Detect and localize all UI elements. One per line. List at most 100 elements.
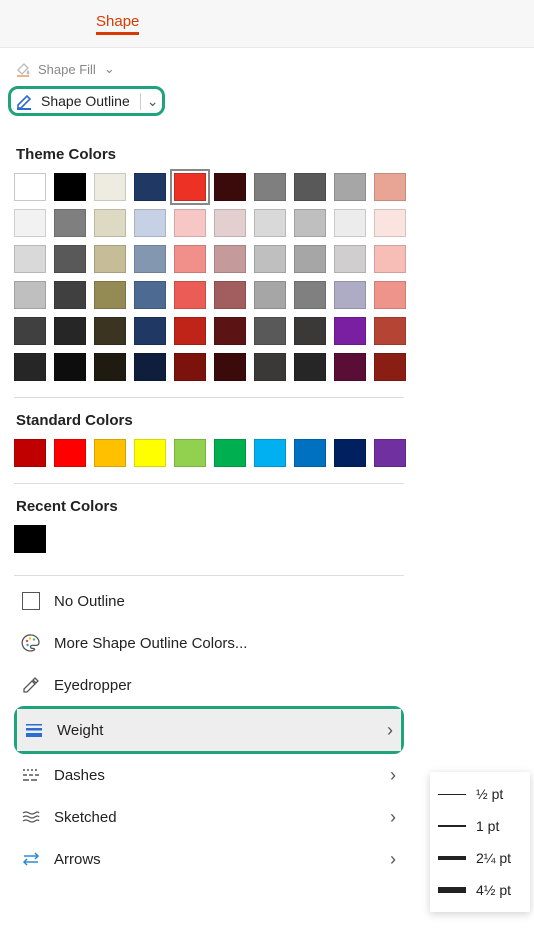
theme-color-swatch[interactable] [94, 245, 126, 273]
dashes-item[interactable]: Dashes › [14, 754, 404, 796]
theme-color-swatch[interactable] [334, 353, 366, 381]
theme-color-swatch[interactable] [214, 281, 246, 309]
theme-color-swatch[interactable] [14, 173, 46, 201]
theme-color-swatch[interactable] [54, 245, 86, 273]
theme-color-swatch[interactable] [334, 209, 366, 237]
theme-color-swatch[interactable] [134, 245, 166, 273]
chevron-right-icon: › [390, 765, 396, 786]
weight-line-preview [438, 825, 466, 827]
standard-color-swatch[interactable] [214, 439, 246, 467]
weight-option[interactable]: 2¼ pt [434, 842, 526, 874]
theme-color-swatch[interactable] [174, 209, 206, 237]
weight-line-preview [438, 887, 466, 893]
standard-color-swatch[interactable] [254, 439, 286, 467]
theme-color-swatch[interactable] [334, 173, 366, 201]
theme-color-swatch[interactable] [334, 245, 366, 273]
theme-color-swatch[interactable] [14, 353, 46, 381]
theme-color-swatch[interactable] [214, 209, 246, 237]
chevron-down-icon[interactable]: ⌄ [140, 93, 159, 110]
theme-color-swatch[interactable] [294, 245, 326, 273]
divider [14, 575, 404, 576]
standard-color-swatch[interactable] [94, 439, 126, 467]
weight-option[interactable]: 1 pt [434, 810, 526, 842]
theme-color-swatch[interactable] [294, 281, 326, 309]
theme-color-swatch[interactable] [214, 353, 246, 381]
standard-color-swatch[interactable] [54, 439, 86, 467]
theme-color-swatch[interactable] [294, 353, 326, 381]
theme-color-swatch[interactable] [94, 173, 126, 201]
standard-color-swatch[interactable] [14, 439, 46, 467]
theme-color-swatch[interactable] [134, 281, 166, 309]
theme-color-swatch[interactable] [294, 209, 326, 237]
no-outline-item[interactable]: No Outline [14, 580, 404, 622]
recent-colors-heading: Recent Colors [16, 498, 404, 515]
standard-color-swatch[interactable] [174, 439, 206, 467]
shape-outline-label: Shape Outline [41, 93, 130, 109]
weight-item[interactable]: Weight › [17, 709, 401, 751]
theme-color-swatch[interactable] [134, 173, 166, 201]
theme-color-swatch[interactable] [54, 209, 86, 237]
theme-color-swatch[interactable] [14, 245, 46, 273]
weight-line-preview [438, 794, 466, 795]
shape-outline-button[interactable]: Shape Outline ⌄ [15, 91, 158, 111]
standard-color-swatch[interactable] [334, 439, 366, 467]
theme-color-swatch[interactable] [294, 317, 326, 345]
theme-color-swatch[interactable] [214, 245, 246, 273]
weight-option[interactable]: 4½ pt [434, 874, 526, 906]
theme-color-swatch[interactable] [174, 353, 206, 381]
theme-color-swatch[interactable] [334, 317, 366, 345]
theme-color-swatch[interactable] [374, 353, 406, 381]
theme-color-swatch[interactable] [54, 173, 86, 201]
standard-color-swatch[interactable] [374, 439, 406, 467]
tab-shape[interactable]: Shape [96, 13, 139, 35]
theme-color-swatch[interactable] [374, 173, 406, 201]
sketched-item[interactable]: Sketched › [14, 796, 404, 838]
theme-color-swatch[interactable] [374, 317, 406, 345]
weight-option-label: ½ pt [476, 786, 503, 802]
theme-color-swatch[interactable] [14, 209, 46, 237]
theme-color-swatch[interactable] [14, 317, 46, 345]
theme-color-swatch[interactable] [54, 317, 86, 345]
theme-color-swatch[interactable] [174, 173, 206, 201]
theme-color-swatch[interactable] [94, 353, 126, 381]
theme-color-swatch[interactable] [294, 173, 326, 201]
theme-color-swatch[interactable] [54, 353, 86, 381]
theme-color-swatch[interactable] [54, 281, 86, 309]
theme-color-swatch[interactable] [254, 317, 286, 345]
theme-color-swatch[interactable] [374, 209, 406, 237]
weight-option[interactable]: ½ pt [434, 778, 526, 810]
theme-color-swatch[interactable] [174, 317, 206, 345]
theme-color-swatch[interactable] [174, 281, 206, 309]
theme-color-swatch[interactable] [134, 353, 166, 381]
standard-color-swatch[interactable] [134, 439, 166, 467]
theme-color-swatch[interactable] [94, 281, 126, 309]
standard-color-swatch[interactable] [294, 439, 326, 467]
theme-color-swatch[interactable] [134, 209, 166, 237]
weight-option-label: 1 pt [476, 818, 499, 834]
theme-color-grid [14, 173, 404, 381]
theme-color-swatch[interactable] [374, 281, 406, 309]
theme-color-swatch[interactable] [14, 281, 46, 309]
theme-color-swatch[interactable] [94, 317, 126, 345]
theme-color-swatch[interactable] [94, 209, 126, 237]
theme-color-swatch[interactable] [254, 209, 286, 237]
shape-fill-button[interactable]: Shape Fill ⌄ [8, 56, 526, 82]
theme-color-swatch[interactable] [254, 353, 286, 381]
theme-color-swatch[interactable] [214, 317, 246, 345]
eyedropper-item[interactable]: Eyedropper [14, 664, 404, 706]
theme-color-swatch[interactable] [134, 317, 166, 345]
sketched-icon [20, 806, 42, 828]
arrows-item[interactable]: Arrows › [14, 838, 404, 880]
theme-color-swatch[interactable] [254, 173, 286, 201]
theme-color-swatch[interactable] [334, 281, 366, 309]
theme-color-swatch[interactable] [174, 245, 206, 273]
theme-color-swatch[interactable] [254, 245, 286, 273]
theme-color-swatch[interactable] [254, 281, 286, 309]
more-colors-item[interactable]: More Shape Outline Colors... [14, 622, 404, 664]
recent-color-swatch[interactable] [14, 525, 46, 553]
theme-color-swatch[interactable] [214, 173, 246, 201]
theme-color-swatch[interactable] [374, 245, 406, 273]
dashes-icon [20, 764, 42, 786]
chevron-down-icon: ⌄ [104, 61, 115, 77]
chevron-right-icon: › [390, 807, 396, 828]
